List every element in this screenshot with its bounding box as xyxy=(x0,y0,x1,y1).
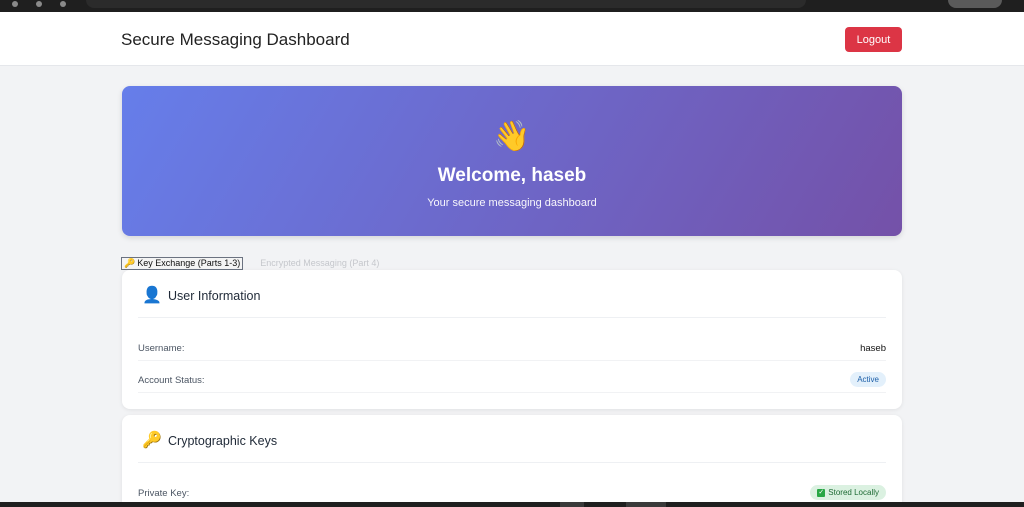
check-icon: ✓ xyxy=(817,488,826,497)
card-title: Cryptographic Keys xyxy=(168,434,278,448)
key-icon: 🔑 xyxy=(124,258,136,268)
reload-icon[interactable] xyxy=(60,1,66,7)
taskbar-item[interactable] xyxy=(560,502,584,507)
account-status-row: Account Status: Active xyxy=(138,365,886,393)
profile-button[interactable] xyxy=(948,0,1002,8)
taskbar xyxy=(0,502,1024,507)
card-header: 👤 User Information xyxy=(138,270,886,318)
logout-button[interactable]: Logout xyxy=(845,27,902,52)
browser-chrome xyxy=(0,0,1024,12)
user-information-card: 👤 User Information Username: haseb Accou… xyxy=(122,270,902,409)
username-row: Username: haseb xyxy=(138,333,886,361)
tab-key-exchange[interactable]: 🔑 Key Exchange (Parts 1-3) xyxy=(121,257,244,270)
username-label: Username: xyxy=(138,343,185,354)
cryptographic-keys-card: 🔑 Cryptographic Keys Private Key: ✓ Stor… xyxy=(122,415,902,507)
key-icon: 🔑 xyxy=(142,432,162,449)
welcome-subtitle: Your secure messaging dashboard xyxy=(427,197,597,209)
tab-bar: 🔑 Key Exchange (Parts 1-3) Encrypted Mes… xyxy=(121,257,382,270)
status-badge: Active xyxy=(850,372,886,387)
card-header: 🔑 Cryptographic Keys xyxy=(138,415,886,463)
tab-label: Encrypted Messaging (Part 4) xyxy=(260,258,380,268)
back-icon[interactable] xyxy=(12,1,18,7)
forward-icon[interactable] xyxy=(36,1,42,7)
app-header: Secure Messaging Dashboard Logout xyxy=(0,12,1024,66)
username-value: haseb xyxy=(860,343,886,354)
tab-encrypted-messaging[interactable]: Encrypted Messaging (Part 4) xyxy=(257,257,382,270)
waving-hand-icon: 👋 xyxy=(493,120,531,153)
taskbar-item[interactable] xyxy=(626,502,666,507)
account-status-label: Account Status: xyxy=(138,375,205,386)
stored-locally-badge: ✓ Stored Locally xyxy=(810,485,886,500)
card-title: User Information xyxy=(168,289,261,303)
badge-label: Stored Locally xyxy=(828,488,879,497)
welcome-banner: 👋 Welcome, haseb Your secure messaging d… xyxy=(122,86,902,236)
address-bar[interactable] xyxy=(86,0,806,8)
welcome-heading: Welcome, haseb xyxy=(437,165,587,186)
page-title: Secure Messaging Dashboard xyxy=(121,30,350,49)
tab-label: Key Exchange (Parts 1-3) xyxy=(137,258,241,268)
private-key-label: Private Key: xyxy=(138,488,190,499)
user-icon: 👤 xyxy=(142,287,162,304)
